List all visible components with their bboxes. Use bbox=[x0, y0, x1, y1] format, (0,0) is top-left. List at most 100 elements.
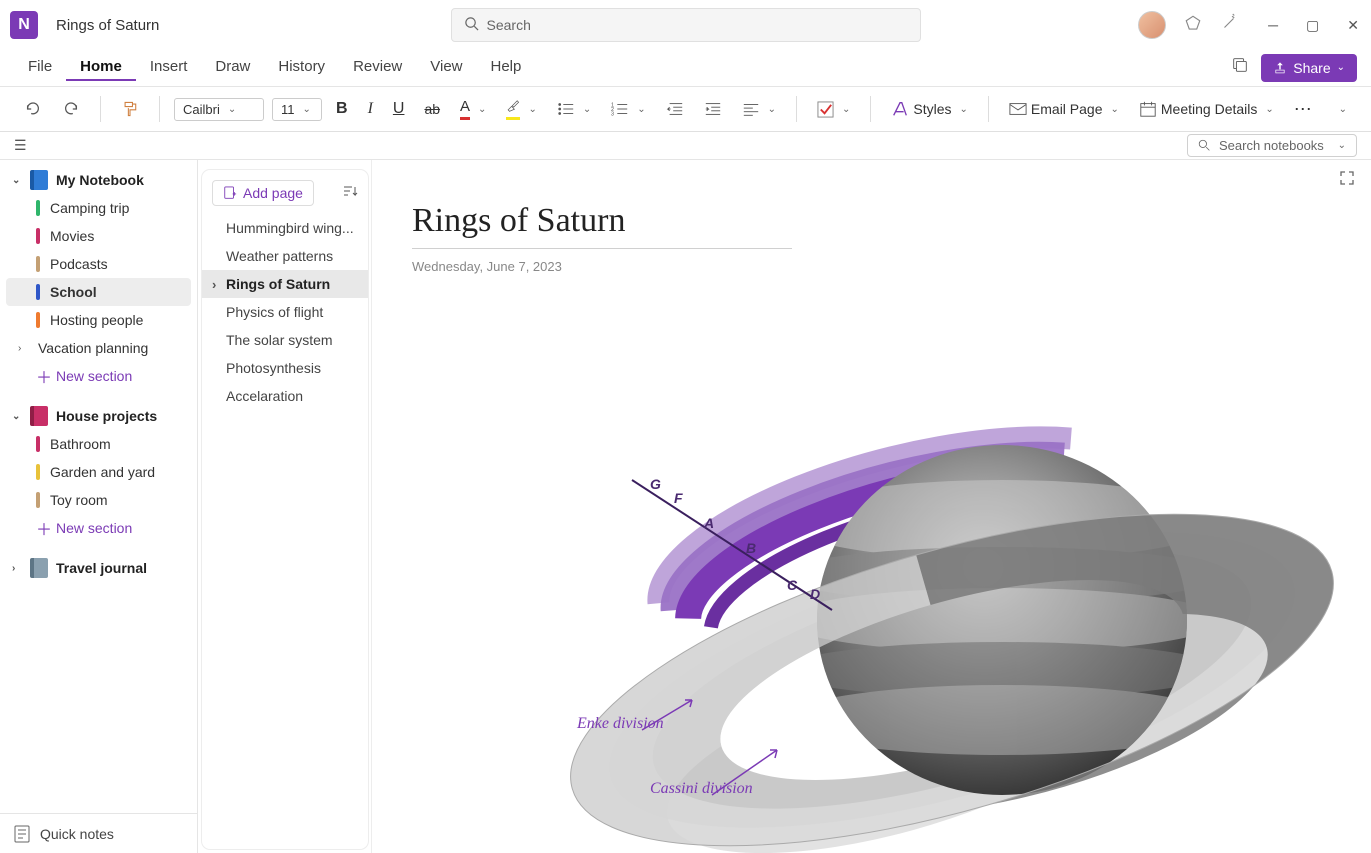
ribbon-collapse-button[interactable]: ⌄ bbox=[1333, 100, 1353, 119]
ring-label: A bbox=[704, 515, 714, 531]
italic-button[interactable]: I bbox=[362, 96, 379, 122]
page-item[interactable]: Photosynthesis bbox=[202, 354, 368, 382]
ring-label: D bbox=[810, 586, 820, 602]
menu-file[interactable]: File bbox=[14, 54, 66, 81]
search-icon bbox=[464, 16, 479, 34]
notebook-travel-journal[interactable]: › Travel journal bbox=[0, 554, 197, 582]
chevron-down-icon: ⌄ bbox=[12, 411, 22, 422]
bullet-list-button[interactable]: ⌄ bbox=[551, 97, 597, 121]
numbered-list-button[interactable]: 123⌄ bbox=[605, 97, 651, 121]
menu-history[interactable]: History bbox=[264, 54, 339, 81]
styles-button[interactable]: Styles⌄ bbox=[885, 96, 974, 122]
section-bathroom[interactable]: Bathroom bbox=[0, 430, 197, 458]
font-color-button[interactable]: A⌄ bbox=[454, 94, 492, 124]
page-date: Wednesday, June 7, 2023 bbox=[372, 249, 1371, 274]
page-item[interactable]: Weather patterns bbox=[202, 242, 368, 270]
section-podcasts[interactable]: Podcasts bbox=[0, 250, 197, 278]
ribbon-toolbar: Cailbri⌄ 11⌄ B I U ab A⌄ ⌄ ⌄ 123⌄ ⌄ ⌄ St… bbox=[0, 86, 1371, 132]
saturn-svg bbox=[392, 290, 1352, 853]
share-label: Share bbox=[1293, 60, 1330, 76]
sort-pages-button[interactable] bbox=[342, 184, 358, 203]
quick-notes-button[interactable]: Quick notes bbox=[0, 813, 197, 853]
page-title[interactable]: Rings of Saturn bbox=[372, 160, 1371, 248]
page-item[interactable]: Rings of Saturn bbox=[202, 270, 368, 298]
section-camping-trip[interactable]: Camping trip bbox=[0, 194, 197, 222]
annotation-enke: Enke division bbox=[577, 715, 664, 733]
page-canvas[interactable]: Rings of Saturn Wednesday, June 7, 2023 bbox=[372, 160, 1371, 853]
page-item[interactable]: Accelaration bbox=[202, 382, 368, 410]
align-button[interactable]: ⌄ bbox=[736, 97, 782, 121]
hamburger-icon[interactable]: ☰ bbox=[14, 137, 27, 154]
maximize-button[interactable]: ▢ bbox=[1304, 17, 1321, 34]
expand-icon[interactable] bbox=[1339, 170, 1355, 191]
add-page-icon bbox=[223, 186, 237, 200]
indent-button[interactable] bbox=[698, 97, 728, 121]
ring-label: G bbox=[650, 476, 661, 492]
redo-button[interactable] bbox=[56, 96, 86, 122]
titlebar: N Rings of Saturn Search ─ ▢ ✕ bbox=[0, 0, 1371, 50]
menu-help[interactable]: Help bbox=[477, 54, 536, 81]
bold-button[interactable]: B bbox=[330, 96, 354, 122]
section-school[interactable]: School bbox=[6, 278, 191, 306]
email-page-button[interactable]: Email Page⌄ bbox=[1003, 97, 1125, 121]
meeting-details-button[interactable]: Meeting Details⌄ bbox=[1133, 96, 1280, 122]
sparkle-icon[interactable] bbox=[1220, 14, 1238, 37]
menu-view[interactable]: View bbox=[416, 54, 476, 81]
section-garden-yard[interactable]: Garden and yard bbox=[0, 458, 197, 486]
section-vacation-planning[interactable]: ›Vacation planning bbox=[0, 334, 197, 362]
notebook-icon bbox=[30, 170, 48, 190]
notebook-icon bbox=[30, 558, 48, 578]
app-icon: N bbox=[10, 11, 38, 39]
add-page-button[interactable]: Add page bbox=[212, 180, 314, 206]
highlight-button[interactable]: ⌄ bbox=[500, 94, 542, 124]
notebook-my-notebook[interactable]: ⌄ My Notebook bbox=[0, 166, 197, 194]
strikethrough-button[interactable]: ab bbox=[418, 97, 446, 121]
todo-tag-button[interactable]: ⌄ bbox=[811, 97, 856, 122]
avatar[interactable] bbox=[1138, 11, 1166, 39]
search-placeholder: Search bbox=[487, 17, 531, 33]
page-item[interactable]: The solar system bbox=[202, 326, 368, 354]
section-toy-room[interactable]: Toy room bbox=[0, 486, 197, 514]
search-notebooks-input[interactable]: Search notebooks ⌄ bbox=[1187, 134, 1357, 157]
close-button[interactable]: ✕ bbox=[1345, 17, 1361, 34]
font-size-select[interactable]: 11⌄ bbox=[272, 98, 322, 121]
page-list: Add page Hummingbird wing... Weather pat… bbox=[198, 160, 372, 853]
new-section-button[interactable]: ＋New section bbox=[0, 362, 197, 390]
open-in-window-icon[interactable] bbox=[1231, 56, 1249, 79]
saturn-illustration: G F A B C D Enke division Cassini divisi… bbox=[392, 290, 1352, 853]
chevron-down-icon: ⌄ bbox=[1338, 140, 1346, 151]
menubar: File Home Insert Draw History Review Vie… bbox=[0, 50, 1371, 86]
menu-draw[interactable]: Draw bbox=[201, 54, 264, 81]
search-box[interactable]: Search bbox=[451, 8, 921, 42]
new-section-button[interactable]: ＋New section bbox=[0, 514, 197, 542]
notebook-house-projects[interactable]: ⌄ House projects bbox=[0, 402, 197, 430]
section-hosting-people[interactable]: Hosting people bbox=[0, 306, 197, 334]
share-button[interactable]: Share ⌄ bbox=[1261, 54, 1357, 82]
notebook-icon bbox=[30, 406, 48, 426]
ring-label: F bbox=[674, 490, 683, 506]
menu-insert[interactable]: Insert bbox=[136, 54, 202, 81]
outdent-button[interactable] bbox=[660, 97, 690, 121]
chevron-down-icon: ⌄ bbox=[1337, 62, 1345, 73]
search-icon bbox=[1198, 139, 1211, 152]
note-icon bbox=[14, 825, 30, 843]
chevron-right-icon: › bbox=[12, 563, 22, 574]
ring-label: C bbox=[787, 577, 797, 593]
secondary-bar: ☰ Search notebooks ⌄ bbox=[0, 132, 1371, 160]
page-item[interactable]: Hummingbird wing... bbox=[202, 214, 368, 242]
section-movies[interactable]: Movies bbox=[0, 222, 197, 250]
minimize-button[interactable]: ─ bbox=[1266, 17, 1280, 34]
notebook-sidebar: ⌄ My Notebook Camping trip Movies Podcas… bbox=[0, 160, 198, 853]
svg-text:3: 3 bbox=[611, 111, 614, 117]
format-painter-button[interactable] bbox=[115, 96, 145, 122]
undo-button[interactable] bbox=[18, 96, 48, 122]
premium-icon[interactable] bbox=[1184, 14, 1202, 37]
menu-review[interactable]: Review bbox=[339, 54, 416, 81]
page-item[interactable]: Physics of flight bbox=[202, 298, 368, 326]
underline-button[interactable]: U bbox=[387, 96, 411, 122]
ring-label: B bbox=[746, 540, 756, 556]
menu-home[interactable]: Home bbox=[66, 54, 136, 81]
more-commands-button[interactable]: ⋯ bbox=[1288, 95, 1320, 124]
font-name-select[interactable]: Cailbri⌄ bbox=[174, 98, 264, 121]
chevron-down-icon: ⌄ bbox=[12, 175, 22, 186]
